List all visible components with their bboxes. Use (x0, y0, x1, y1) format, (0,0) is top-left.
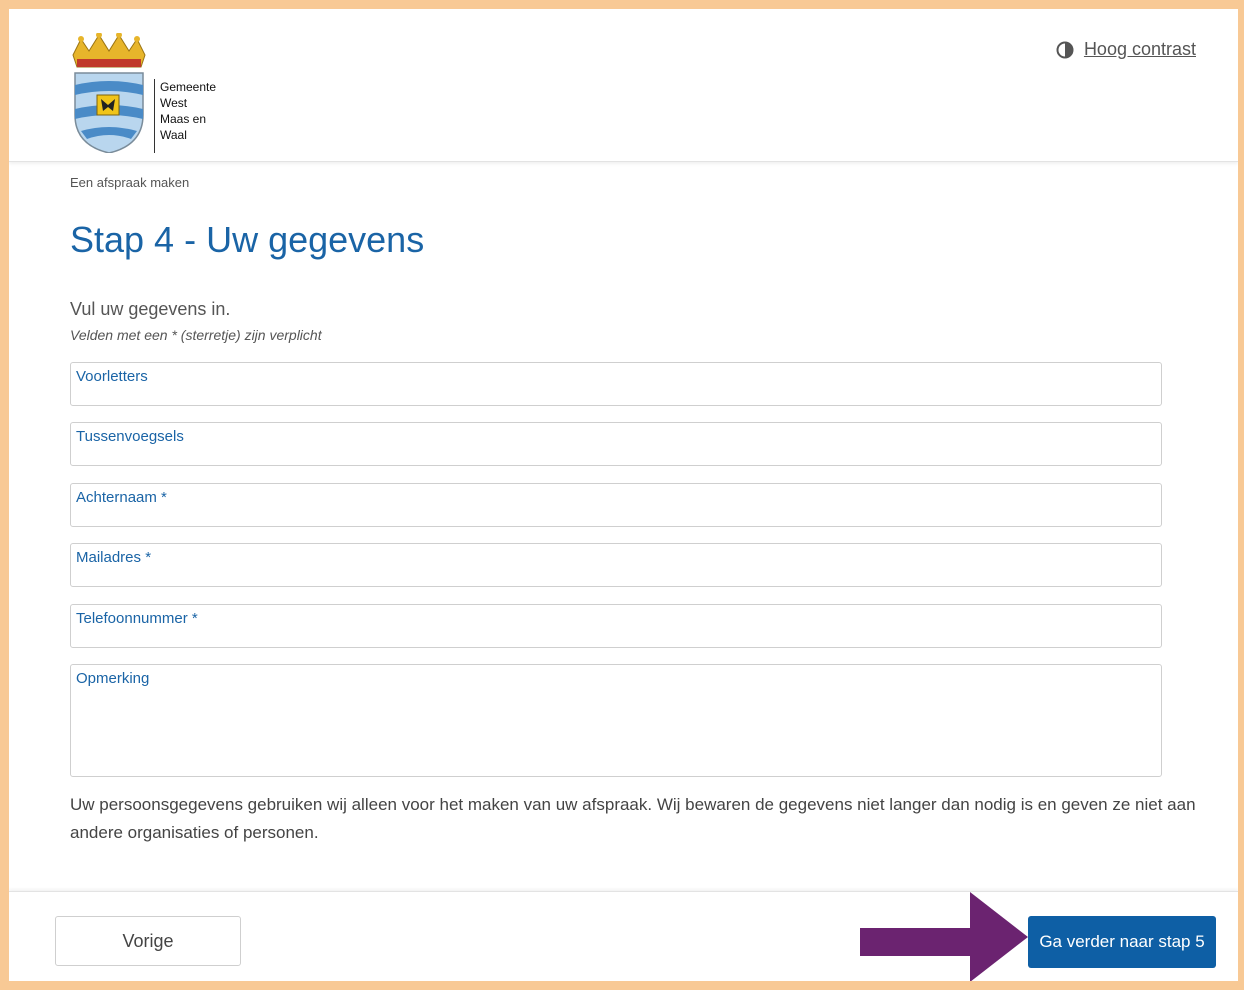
logo-line: Gemeente (160, 80, 217, 94)
phone-label: Telefoonnummer * (76, 610, 198, 627)
last-name-label: Achternaam * (76, 489, 167, 506)
privacy-notice: Uw persoonsgegevens gebruiken wij alleen… (70, 795, 1196, 842)
next-step-button[interactable]: Ga verder naar stap 5 (1028, 916, 1216, 968)
previous-button[interactable]: Vorige (55, 916, 241, 966)
coat-of-arms-icon (72, 33, 146, 153)
high-contrast-link[interactable]: Hoog contrast (1084, 39, 1196, 60)
page-frame: Gemeente West Maas en Waal Hoog contrast… (9, 9, 1238, 981)
remark-label: Opmerking (76, 670, 150, 687)
last-name-field[interactable]: Achternaam * (70, 483, 1162, 527)
municipality-logo[interactable]: Gemeente West Maas en Waal (63, 33, 233, 153)
logo-text: Gemeente West Maas en Waal (154, 79, 216, 153)
high-contrast-toggle[interactable]: Hoog contrast (1056, 39, 1196, 60)
arrow-right-icon (860, 892, 1028, 981)
form-footer: Vorige Ga verder naar stap 5 (9, 891, 1238, 981)
site-header: Gemeente West Maas en Waal Hoog contrast (9, 9, 1238, 162)
contrast-icon (1056, 41, 1074, 58)
prefix-label: Tussenvoegsels (76, 428, 184, 445)
email-field[interactable]: Mailadres * (70, 543, 1162, 587)
required-fields-note: Velden met een * (sterretje) zijn verpli… (70, 327, 322, 343)
logo-line: Maas en (160, 112, 207, 126)
prefix-field[interactable]: Tussenvoegsels (70, 422, 1162, 466)
logo-line: Waal (160, 128, 187, 142)
initials-label: Voorletters (76, 368, 148, 385)
remark-textarea[interactable]: Opmerking (70, 664, 1162, 777)
page-title: Stap 4 - Uw gegevens (70, 219, 425, 260)
phone-field[interactable]: Telefoonnummer * (70, 604, 1162, 648)
logo-line: West (160, 96, 188, 110)
intro-text: Vul uw gegevens in. (70, 299, 231, 319)
email-label: Mailadres * (76, 549, 152, 566)
initials-field[interactable]: Voorletters (70, 362, 1162, 406)
breadcrumb: Een afspraak maken (70, 175, 190, 190)
